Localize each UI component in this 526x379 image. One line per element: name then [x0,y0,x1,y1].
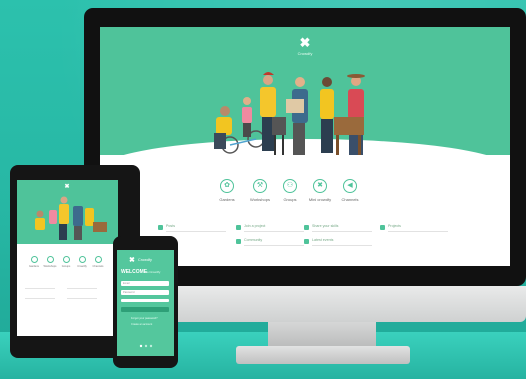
category-label: Groups [61,265,71,268]
category-label: Gardens [29,265,39,268]
plant-icon: ✿ [220,179,234,193]
x-cross-logo-icon: ✖ [129,257,135,264]
bullet-icon [236,225,241,230]
category-mini-crowdfy[interactable]: ✖ Mini crowdfy [305,179,335,202]
desktop-screen: ✖ Crowdfy ✿ Gardens ⚒ Workshops ⚇ Groups… [100,27,510,266]
divider [67,298,97,299]
megaphone-icon [94,256,102,263]
email-placeholder: Email [123,282,130,285]
people-icon: ⚇ [283,179,297,193]
phone-brand: Crowdfy [138,258,152,262]
tablet-category[interactable]: Groups [59,256,73,268]
email-field[interactable]: Email [121,281,169,286]
divider [312,231,372,232]
monitor-base [236,346,410,364]
x-cross-icon [78,256,86,263]
bullet-icon [304,225,309,230]
bullet-icon [158,225,163,230]
remember-row[interactable] [121,299,169,302]
x-cross-logo-icon[interactable]: ✖ [290,35,320,51]
signup-link[interactable]: Create an account [131,323,152,326]
divider [25,288,55,289]
feed-item-text: Community [244,238,263,242]
divider [166,231,226,232]
tablet-category[interactable]: Channels [91,256,105,268]
tablet-illustration [35,196,107,240]
divider [25,298,55,299]
category-bar: ✿ Gardens ⚒ Workshops ⚇ Groups ✖ Mini cr… [212,179,392,219]
category-label: Crowdfy [77,265,87,268]
brand-name: Crowdfy [297,51,313,56]
x-cross-icon: ✖ [313,179,327,193]
forgot-password-link[interactable]: Forgot your password? [131,317,158,320]
tablet-category-bar: Gardens Workshops Groups Crowdfy Channel… [27,256,107,278]
category-label: Workshops [43,265,57,268]
login-button[interactable] [121,307,169,312]
category-label: Channels [92,265,104,268]
divider [388,231,448,232]
category-label: Mini crowdfy [308,197,332,202]
welcome-subtitle: to Crowdfy [146,270,161,274]
phone-screen: ✖ Crowdfy WELCOME to Crowdfy Email Passw… [117,250,174,356]
feed-item-text: Posts [166,224,175,228]
tablet-category[interactable]: Workshops [43,256,57,268]
tablet-hero: ✖ [17,180,118,244]
tablet-category[interactable]: Gardens [27,256,41,268]
feed-item-text: Share your skills [312,224,339,228]
feed-item-text: Projects [388,224,401,228]
plant-icon [30,256,38,263]
category-channels[interactable]: ◀ Channels [335,179,365,202]
category-workshops[interactable]: ⚒ Workshops [245,179,275,202]
feed-item-text: Join a project [244,224,266,228]
tools-icon [46,256,54,263]
password-placeholder: Password [123,291,135,294]
category-groups[interactable]: ⚇ Groups [275,179,305,202]
pagination-dots [139,344,153,348]
community-illustration [214,72,365,155]
feed-list: Posts Join a project Share your skills P… [158,224,488,264]
tablet-category[interactable]: Crowdfy [75,256,89,268]
bullet-icon [380,225,385,230]
bullet-icon [236,239,241,244]
tablet-screen: ✖ Gardens Workshops Groups Crowdfy Chann… [17,180,118,336]
divider [244,245,304,246]
tools-icon: ⚒ [253,179,267,193]
bullet-icon [304,239,309,244]
category-label: Workshops [250,197,270,202]
people-icon [62,256,70,263]
divider [312,245,372,246]
welcome-title: WELCOME [121,269,148,275]
category-label: Channels [341,197,359,202]
feed-item-text: Latest events [312,238,334,242]
password-field[interactable]: Password [121,290,169,295]
megaphone-icon: ◀ [343,179,357,193]
x-cross-logo-icon: ✖ [64,184,70,190]
category-label: Groups [283,197,297,202]
divider [67,288,97,289]
category-gardens[interactable]: ✿ Gardens [212,179,242,202]
category-label: Gardens [219,197,235,202]
divider [244,231,304,232]
